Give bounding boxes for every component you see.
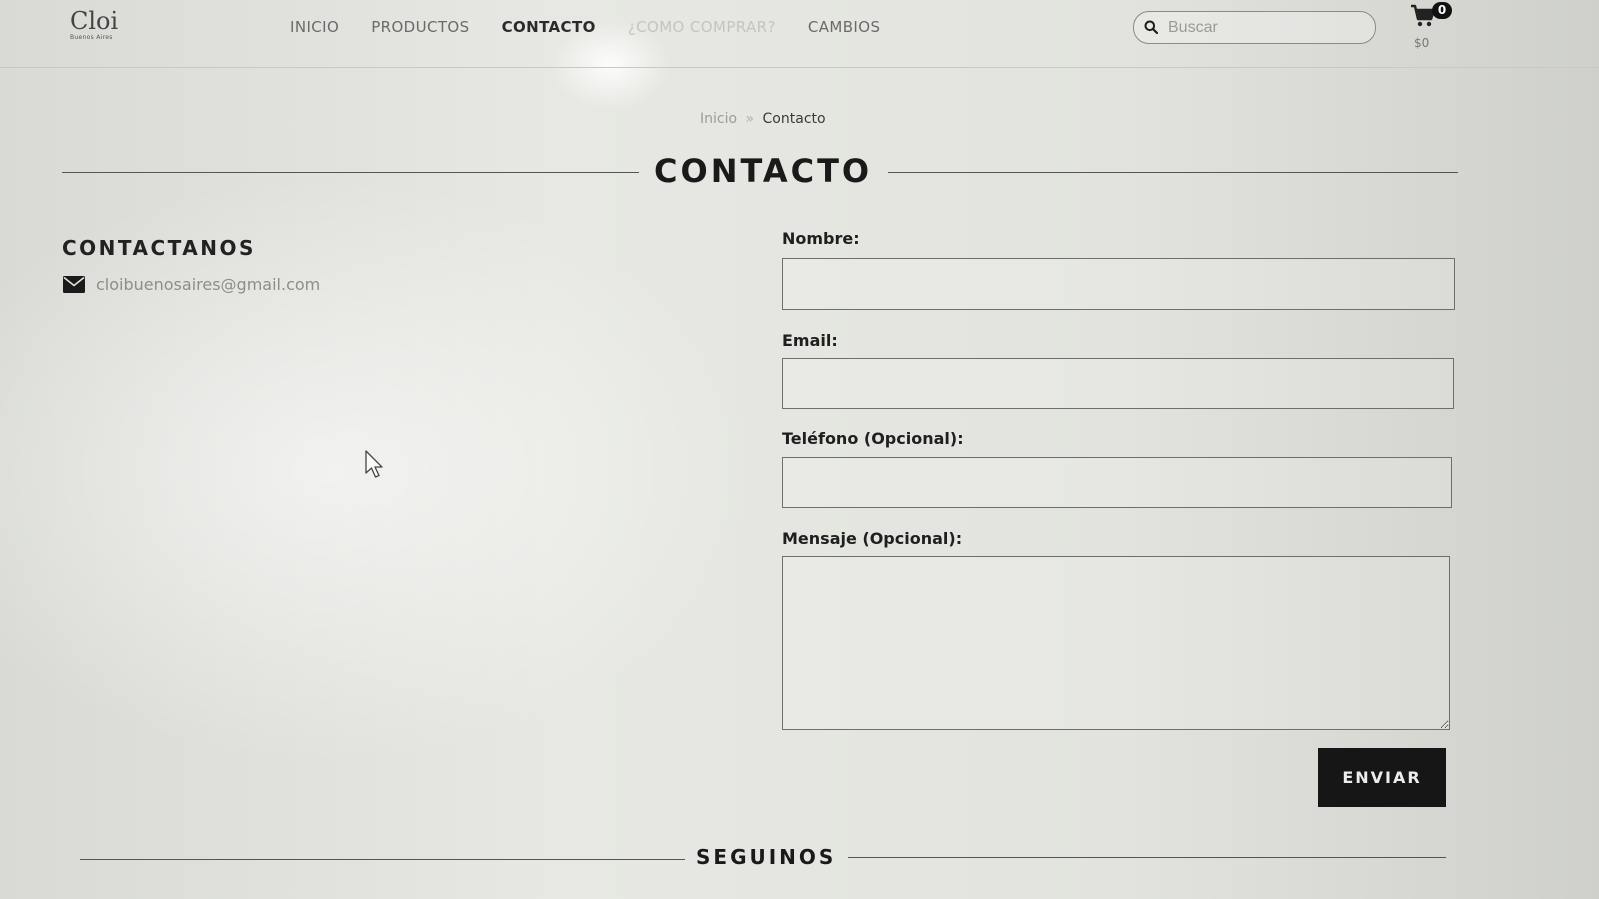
- phone-field[interactable]: [782, 457, 1452, 508]
- email-label: Email:: [782, 331, 838, 350]
- follow-divider-right: [848, 857, 1446, 858]
- search-box[interactable]: [1133, 11, 1376, 44]
- nav-item-como-comprar[interactable]: ¿COMO COMPRAR?: [628, 18, 776, 36]
- site-header: Cloi Buenos Aires INICIO PRODUCTOS CONTA…: [0, 0, 1599, 68]
- nav-item-contacto[interactable]: CONTACTO: [502, 18, 596, 36]
- contact-heading: CONTACTANOS: [62, 236, 256, 260]
- logo-subtext: Buenos Aires: [70, 34, 113, 41]
- message-textarea[interactable]: [782, 556, 1450, 730]
- breadcrumb: Inicio » Contacto: [700, 111, 826, 127]
- main-nav: INICIO PRODUCTOS CONTACTO ¿COMO COMPRAR?…: [290, 18, 912, 36]
- message-label: Mensaje (Opcional):: [782, 529, 963, 548]
- search-icon[interactable]: [1144, 20, 1158, 34]
- logo-text: Cloi: [70, 7, 119, 35]
- search-input[interactable]: [1168, 16, 1368, 40]
- cart-button[interactable]: 0 $0: [1410, 2, 1460, 52]
- page-title: CONTACTO: [654, 152, 873, 190]
- name-label: Nombre:: [782, 229, 860, 248]
- breadcrumb-current: Contacto: [762, 111, 826, 127]
- cart-total: $0: [1414, 36, 1430, 50]
- follow-title-row: SEGUINOS: [80, 837, 1446, 877]
- name-field[interactable]: [782, 258, 1455, 310]
- page-title-row: CONTACTO: [62, 152, 1458, 192]
- follow-heading: SEGUINOS: [696, 845, 837, 869]
- email-field[interactable]: [782, 358, 1454, 409]
- nav-item-inicio[interactable]: INICIO: [290, 18, 339, 36]
- contact-email-row: cloibuenosaires@gmail.com: [63, 275, 320, 294]
- title-divider-left: [62, 172, 639, 173]
- nav-item-productos[interactable]: PRODUCTOS: [371, 18, 469, 36]
- follow-divider-left: [80, 859, 685, 860]
- cart-count-badge: 0: [1432, 2, 1452, 19]
- title-divider-right: [888, 172, 1458, 173]
- phone-label: Teléfono (Opcional):: [782, 429, 964, 448]
- nav-item-cambios[interactable]: CAMBIOS: [808, 18, 881, 36]
- mail-icon: [63, 276, 85, 293]
- site-logo[interactable]: Cloi Buenos Aires: [70, 8, 130, 48]
- breadcrumb-home-link[interactable]: Inicio: [700, 111, 737, 127]
- contact-email-link[interactable]: cloibuenosaires@gmail.com: [96, 275, 320, 294]
- mouse-cursor-icon: [365, 450, 383, 478]
- submit-button[interactable]: ENVIAR: [1318, 748, 1446, 807]
- breadcrumb-separator: »: [745, 111, 755, 127]
